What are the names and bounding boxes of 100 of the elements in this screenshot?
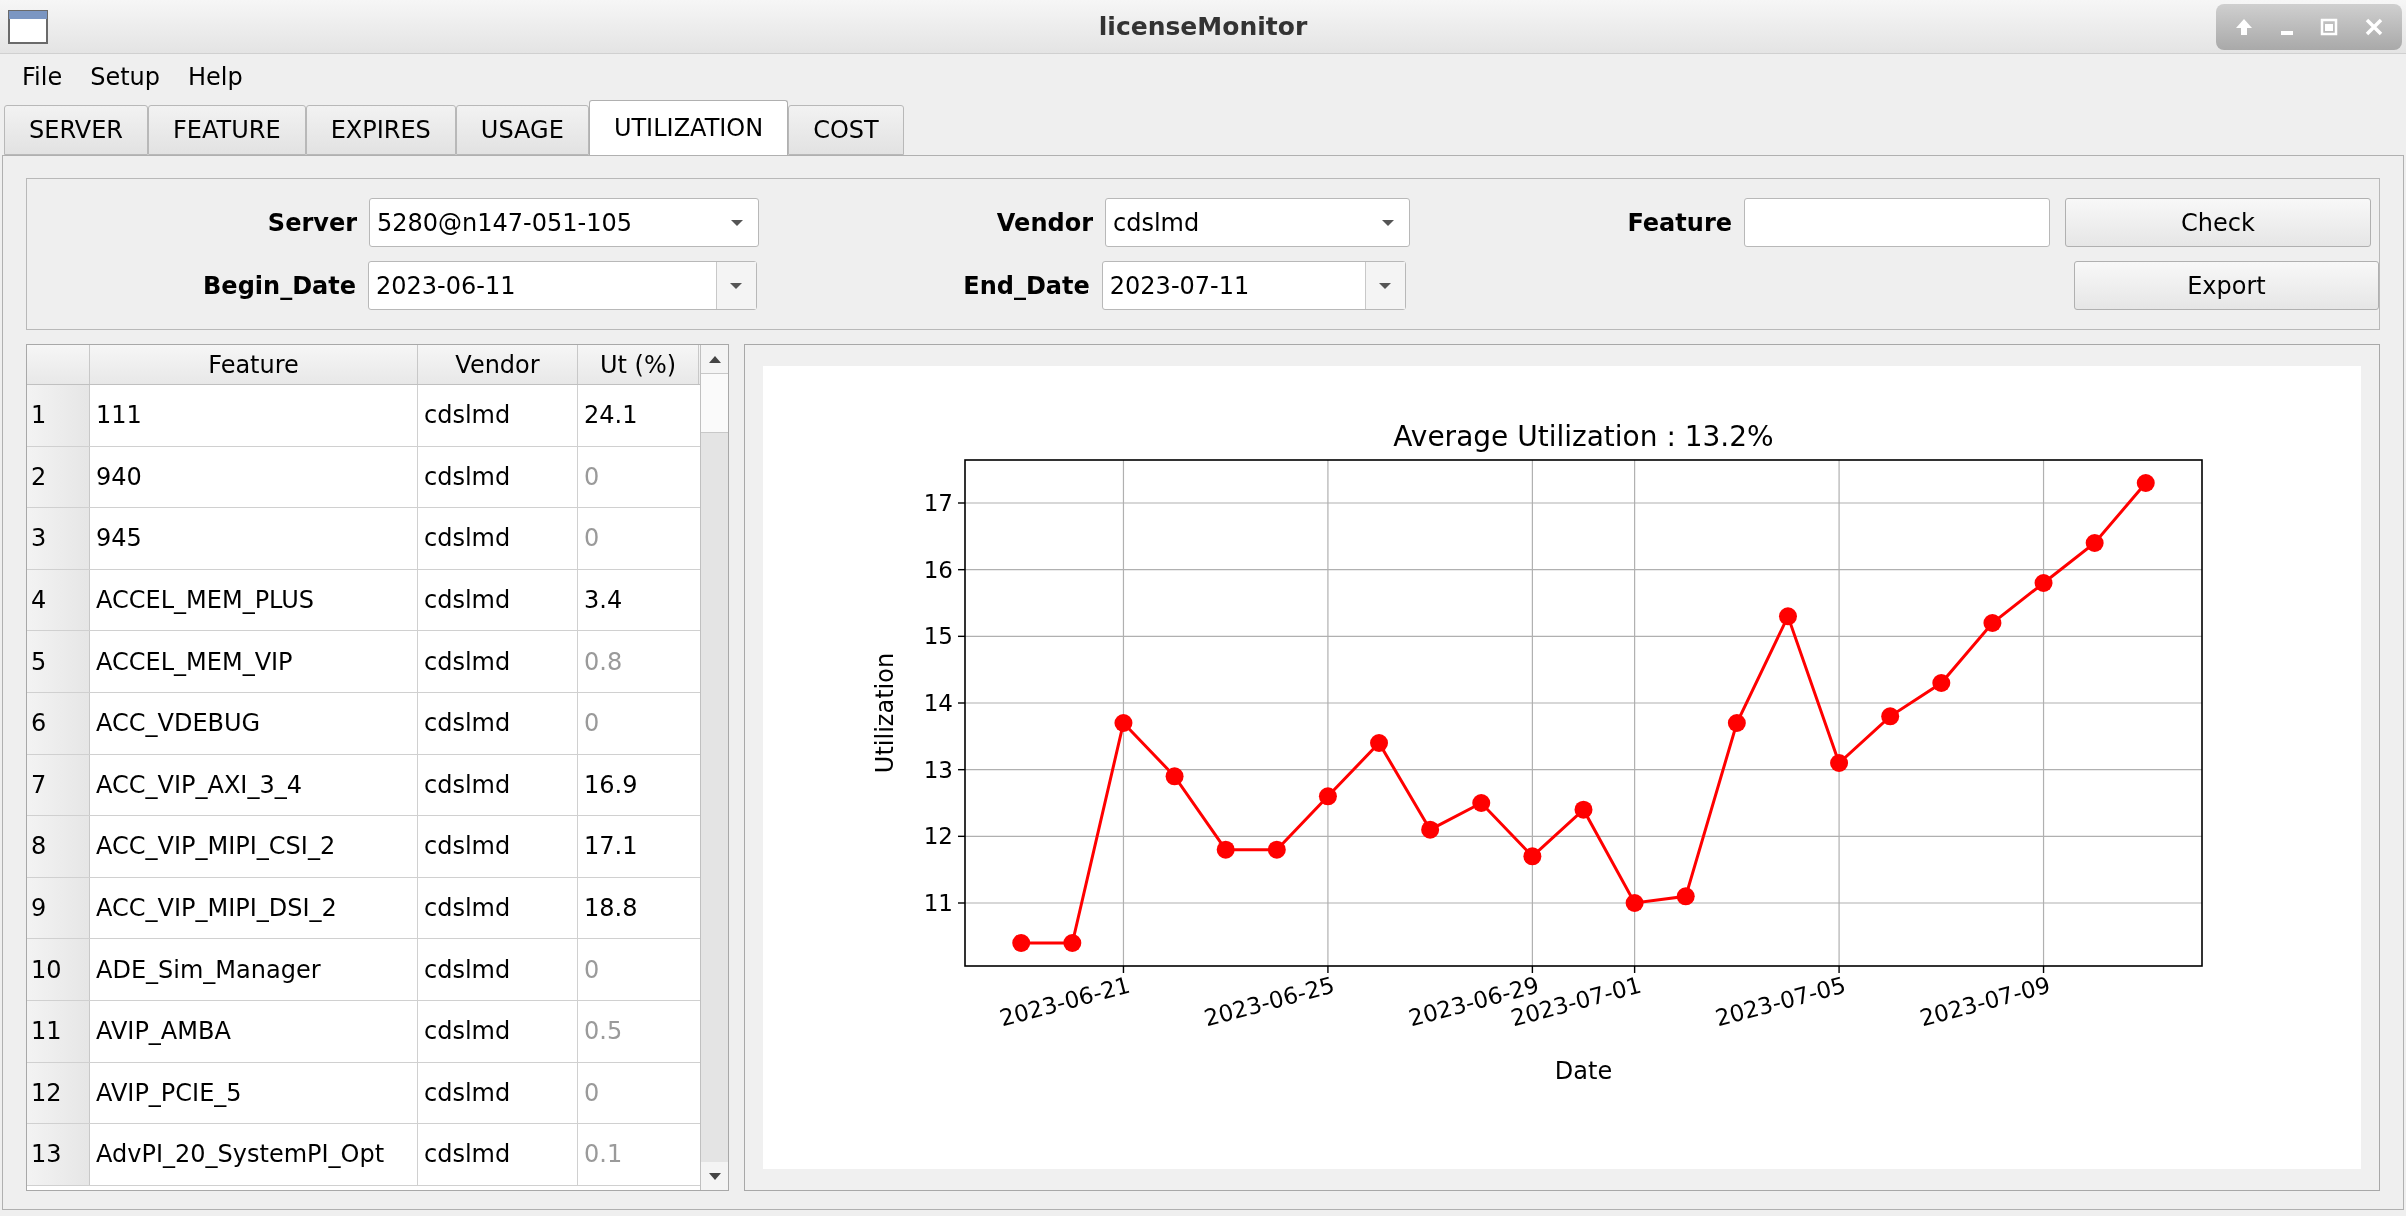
combo-value: 2023-07-11: [1108, 270, 1251, 302]
table-cell: AVIP_PCIE_5: [90, 1062, 418, 1124]
data-point: [1267, 840, 1286, 859]
dropdown[interactable]: cdslmd: [1105, 198, 1410, 247]
y-tick-label: 15: [923, 623, 953, 650]
menu-item[interactable]: Setup: [76, 55, 175, 99]
tab[interactable]: EXPIRES: [305, 105, 456, 155]
row-number: 1: [27, 385, 90, 446]
row-number: 12: [27, 1062, 90, 1124]
table-cell: 945: [90, 508, 418, 569]
date-combo-box[interactable]: 2023-07-11: [1101, 261, 1406, 310]
dropdown-arrow-icon: [1378, 281, 1393, 290]
menu-item[interactable]: File: [8, 55, 77, 99]
table-cell: cdslmd: [418, 385, 578, 446]
feature-input[interactable]: [1744, 198, 2050, 247]
maximize-icon[interactable]: [2319, 16, 2340, 37]
date-combo-box[interactable]: 2023-06-11: [368, 261, 757, 310]
scroll-down-arrow-icon[interactable]: [708, 1172, 721, 1180]
table-cell: cdslmd: [418, 816, 578, 877]
table-cell-text: 0: [583, 523, 601, 555]
row-number: 11: [27, 1000, 90, 1062]
y-axis-title: Utilization: [871, 652, 899, 774]
tab[interactable]: COST: [788, 105, 904, 155]
close-icon[interactable]: [2363, 16, 2384, 37]
table-cell: 940: [90, 446, 418, 508]
data-point: [1523, 847, 1542, 866]
table-cell: ADE_Sim_Manager: [90, 939, 418, 1000]
table-cell-text: 17.1: [583, 831, 639, 863]
row-number: 2: [27, 446, 90, 508]
table-cell: cdslmd: [418, 939, 578, 1000]
dropdown-arrow-icon: [729, 281, 744, 290]
table-cell: cdslmd: [418, 569, 578, 631]
field-label: Server: [266, 207, 358, 239]
tab[interactable]: SERVER: [4, 105, 149, 155]
column-header[interactable]: Ut (%): [578, 345, 699, 384]
y-tick-label: 11: [923, 890, 953, 916]
data-point: [1574, 800, 1593, 819]
table-cell-text: 0.8: [583, 646, 624, 678]
data-point: [1216, 840, 1235, 859]
field-label: Begin_Date: [202, 270, 357, 302]
combo-value: 5280@n147-051-105: [376, 207, 634, 239]
row-number: 8: [27, 816, 90, 877]
scrollbar-thumb[interactable]: [701, 373, 728, 433]
data-point: [1421, 820, 1440, 839]
table-cell: cdslmd: [418, 1124, 578, 1185]
column-header[interactable]: Feature: [90, 345, 418, 384]
table-cell: ACCEL_MEM_VIP: [90, 631, 418, 692]
table-cell: cdslmd: [418, 754, 578, 816]
row-number: 13: [27, 1124, 90, 1185]
data-point: [1830, 754, 1849, 772]
data-point: [1676, 887, 1695, 906]
chart-title: Average Utilization : 13.2%: [1393, 420, 1774, 453]
window-title: licenseMonitor: [1098, 10, 1308, 43]
row-number: 6: [27, 692, 90, 754]
data-point: [1370, 734, 1389, 752]
dropdown-arrow-icon: [730, 218, 744, 227]
table-cell: ACCEL_MEM_PLUS: [90, 569, 418, 631]
table-cell-text: 3.4: [583, 585, 624, 617]
table-cell-text: 0: [583, 461, 601, 493]
field-label: Feature: [1626, 207, 1733, 239]
data-point: [1727, 714, 1746, 732]
menu-item[interactable]: Help: [174, 55, 257, 99]
tab[interactable]: USAGE: [455, 105, 589, 155]
row-number: 9: [27, 877, 90, 939]
data-point: [2136, 474, 2155, 492]
table-cell: 111: [90, 385, 418, 446]
table-cell: cdslmd: [418, 446, 578, 508]
y-tick-label: 17: [923, 490, 953, 516]
row-number: 10: [27, 939, 90, 1000]
data-point: [1165, 767, 1184, 786]
x-axis-title: Date: [1554, 1057, 1613, 1085]
window-icon: [8, 9, 48, 44]
table-cell: ACC_VDEBUG: [90, 692, 418, 754]
column-header[interactable]: Vendor: [418, 345, 578, 384]
table-cell: cdslmd: [418, 1000, 578, 1062]
dropdown-arrow-icon: [1381, 218, 1395, 227]
table-cell-text: 0.1: [583, 1139, 624, 1171]
export-button[interactable]: Export: [2073, 261, 2379, 310]
data-point: [1625, 894, 1644, 912]
scroll-up-arrow-icon[interactable]: [708, 355, 721, 363]
table-cell-text: 0.5: [583, 1016, 624, 1048]
table-cell: cdslmd: [418, 508, 578, 569]
y-tick-label: 13: [923, 756, 953, 783]
table-cell: ACC_VIP_AXI_3_4: [90, 754, 418, 816]
tab[interactable]: UTILIZATION: [588, 100, 789, 155]
scrollbar[interactable]: [700, 345, 728, 1190]
table-cell: ACC_VIP_MIPI_DSI_2: [90, 877, 418, 939]
data-point: [1318, 787, 1337, 806]
tab[interactable]: FEATURE: [148, 105, 306, 155]
combo-value: 2023-06-11: [375, 270, 517, 302]
dropdown[interactable]: 5280@n147-051-105: [369, 198, 759, 247]
check-button[interactable]: Check: [2065, 198, 2371, 247]
table-cell: AdvPI_20_SystemPI_Opt: [90, 1124, 418, 1185]
row-number: 4: [27, 569, 90, 631]
field-label: End_Date: [962, 270, 1091, 302]
table-cell: cdslmd: [418, 1062, 578, 1124]
table-cell: cdslmd: [418, 877, 578, 939]
data-point: [1983, 614, 2002, 632]
table-cell-text: 18.8: [583, 893, 639, 925]
data-point: [1472, 794, 1491, 812]
